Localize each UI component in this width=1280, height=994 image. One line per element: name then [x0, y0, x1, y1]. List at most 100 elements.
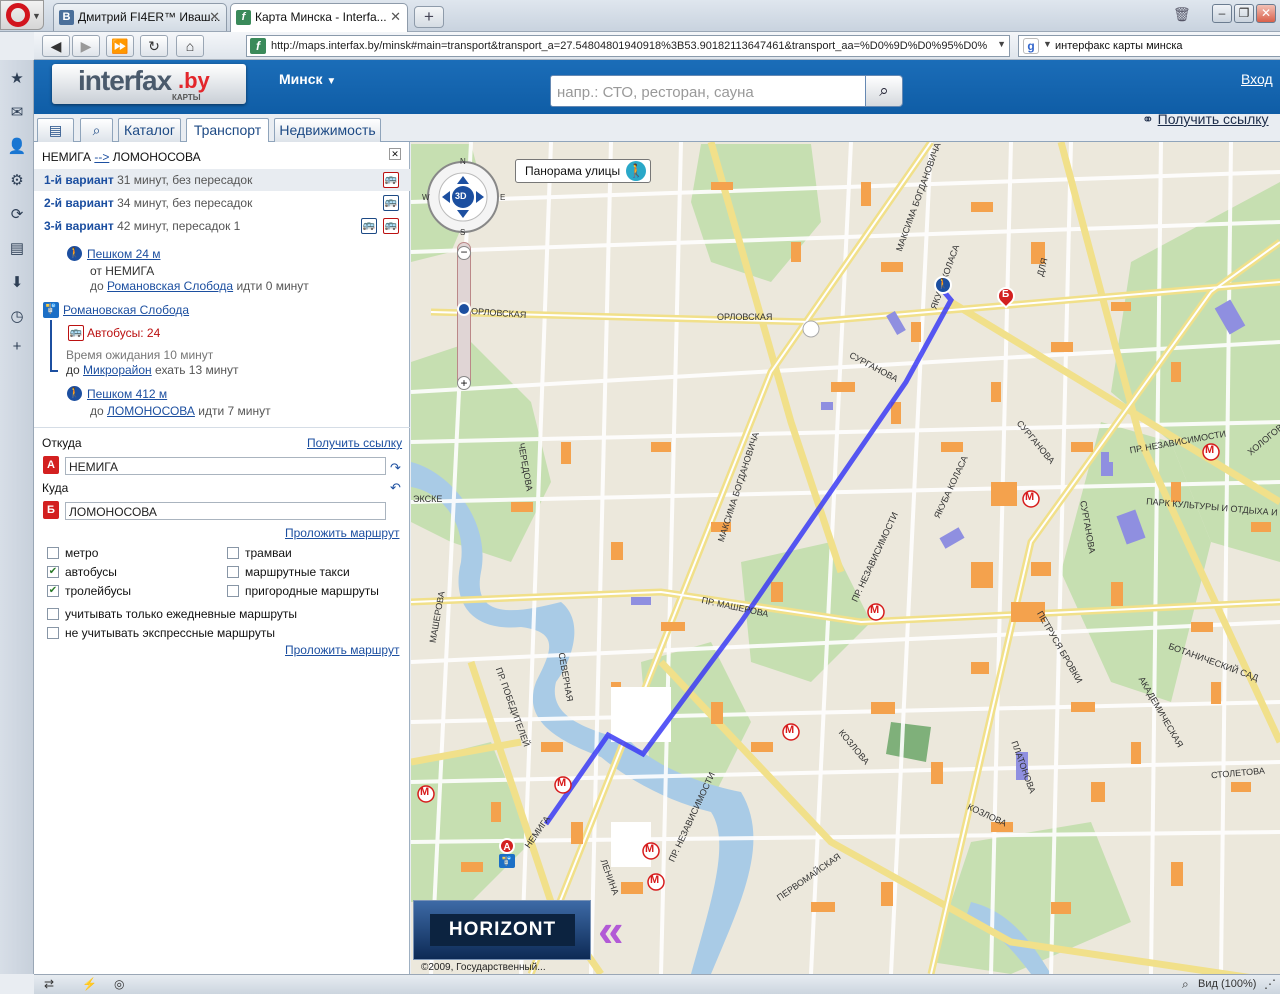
swap-direction-link[interactable]: -->: [94, 150, 109, 164]
site-search-button[interactable]: ⌕: [865, 75, 903, 107]
variant-1[interactable]: 1-й вариант 31 минут, без пересадок: [44, 173, 252, 187]
compass-n: N: [460, 157, 466, 166]
ride-to-link[interactable]: Микрорайон: [83, 363, 152, 377]
metro-icon[interactable]: М: [420, 786, 429, 798]
forward-button[interactable]: ▶: [72, 35, 100, 57]
site-logo[interactable]: interfax .by КАРТЫ: [52, 64, 246, 104]
metro-icon[interactable]: М: [1205, 444, 1214, 456]
trash-icon[interactable]: 🗑: [1173, 6, 1191, 24]
swap-arrow-icon[interactable]: ↶: [390, 480, 401, 496]
login-link[interactable]: Вход: [1241, 71, 1273, 87]
opera-menu-button[interactable]: ▼: [0, 0, 44, 30]
bus-checkbox[interactable]: ✔: [47, 566, 59, 578]
address-field[interactable]: f http://maps.interfax.by/minsk#main=tra…: [246, 35, 1010, 57]
tab-realty[interactable]: Недвижимость: [274, 118, 381, 142]
banner-text: HORIZONT: [430, 914, 575, 946]
3d-toggle[interactable]: 3D: [455, 191, 467, 201]
unite-icon[interactable]: ⟳: [7, 205, 27, 225]
google-icon[interactable]: g: [1023, 38, 1039, 54]
walk1-to-link[interactable]: Романовская Слобода: [107, 279, 233, 293]
tab-transport[interactable]: Транспорт: [186, 118, 269, 143]
sync-icon[interactable]: ⇄: [44, 977, 54, 991]
notes-icon[interactable]: ▤: [7, 239, 27, 259]
metro-label: метро: [65, 546, 99, 560]
metro-icon[interactable]: М: [785, 724, 794, 736]
zoom-slider-handle[interactable]: [457, 302, 471, 316]
browser-search-field[interactable]: g ▼ интерфакс карты минска ⌕: [1018, 35, 1280, 57]
tab-layers[interactable]: ▤: [37, 118, 74, 142]
reload-button[interactable]: ↻: [140, 35, 168, 57]
site-search-input[interactable]: напр.: СТО, ресторан, сауна: [550, 75, 866, 107]
turbo-icon[interactable]: ⚡: [82, 977, 97, 991]
security-icon[interactable]: ◎: [114, 977, 124, 991]
restore-button[interactable]: ❐: [1234, 4, 1254, 23]
bus-label: Автобусы: 24: [87, 326, 161, 340]
street-panorama-button[interactable]: Панорама улицы 🚶: [515, 159, 652, 183]
walk2-to-link[interactable]: ЛОМОНОСОВА: [107, 404, 195, 418]
map-canvas[interactable]: М М М М М М М М ОРЛОВСКАЯ ОРЛОВСКАЯ СУРГ…: [411, 142, 1280, 974]
metro-icon[interactable]: М: [650, 874, 659, 886]
pin-a-marker[interactable]: А: [499, 838, 515, 854]
walk-icon[interactable]: 🚶: [934, 276, 952, 294]
zoom-out-button[interactable]: −: [457, 246, 471, 260]
close-tab-icon[interactable]: ✕: [390, 9, 401, 25]
tram-checkbox[interactable]: [227, 547, 239, 559]
walk2-to: до ЛОМОНОСОВА идти 7 минут: [90, 404, 271, 418]
map-compass[interactable]: N S W E 3D: [422, 157, 505, 237]
bookmarks-icon[interactable]: ★: [7, 69, 27, 89]
city-selector[interactable]: Минск ▼: [279, 71, 336, 87]
downloads-icon[interactable]: ⬇: [7, 273, 27, 293]
metro-icon[interactable]: М: [645, 843, 654, 855]
stop-link[interactable]: Романовская Слобода: [63, 303, 189, 317]
browser-tab-map[interactable]: f Карта Минска - Interfa... ✕: [230, 3, 408, 32]
mail-icon[interactable]: ✉: [7, 103, 27, 123]
metro-checkbox[interactable]: [47, 547, 59, 559]
trolleybus-checkbox[interactable]: ✔: [47, 585, 59, 597]
metro-icon[interactable]: М: [1025, 491, 1034, 503]
new-tab-button[interactable]: +: [414, 6, 444, 28]
build-route-link-2[interactable]: Проложить маршрут: [285, 643, 399, 657]
zoom-in-button[interactable]: +: [457, 376, 471, 390]
history-icon[interactable]: ◷: [7, 307, 27, 327]
walk1-link[interactable]: Пешком 24 м: [87, 247, 161, 261]
from-label: Откуда: [42, 436, 82, 450]
search-query-text: интерфакс карты минска: [1055, 40, 1183, 52]
ad-banner[interactable]: HORIZONT: [413, 900, 591, 960]
to-input[interactable]: ЛОМОНОСОВА: [65, 502, 386, 520]
metro-icon[interactable]: М: [870, 604, 879, 616]
tab-search[interactable]: ⌕: [80, 118, 113, 142]
metro-icon[interactable]: М: [557, 777, 566, 789]
add-panel-icon[interactable]: +: [7, 337, 27, 357]
tab-catalog[interactable]: Каталог: [118, 118, 181, 142]
chevron-down-icon[interactable]: ▼: [1043, 39, 1052, 49]
swap-arrow-icon[interactable]: ↷: [390, 460, 401, 476]
daily-only-checkbox[interactable]: [47, 608, 59, 620]
get-link-top[interactable]: ⚭ Получить ссылку: [1142, 111, 1269, 128]
back-button[interactable]: ◀: [42, 35, 70, 57]
dark-park: [886, 722, 931, 762]
walk2-link[interactable]: Пешком 412 м: [87, 387, 167, 401]
close-tab-icon[interactable]: ✕: [209, 9, 220, 25]
close-window-button[interactable]: ✕: [1256, 4, 1276, 23]
variant-name: 1-й вариант: [44, 173, 114, 187]
minibus-checkbox[interactable]: [227, 566, 239, 578]
build-route-link[interactable]: Проложить маршрут: [285, 526, 399, 540]
browser-tab-vk[interactable]: B Дмитрий FI4ER™ Иваш... ✕: [53, 3, 227, 31]
chevron-down-icon[interactable]: ▼: [997, 39, 1006, 49]
from-input[interactable]: НЕМИГА: [65, 457, 386, 475]
chevron-down-icon: ▼: [32, 11, 41, 21]
minimize-button[interactable]: –: [1212, 4, 1232, 23]
bus-stop-icon[interactable]: 🚏: [499, 854, 515, 868]
contacts-icon[interactable]: 👤: [7, 137, 27, 157]
fast-forward-button[interactable]: ⏩: [106, 35, 134, 57]
home-button[interactable]: ⌂: [176, 35, 204, 57]
suburban-checkbox[interactable]: [227, 585, 239, 597]
zoom-icon[interactable]: ⌕: [1182, 977, 1189, 992]
zoom-level[interactable]: Вид (100%): [1198, 978, 1256, 990]
widgets-icon[interactable]: ⚙: [7, 171, 27, 191]
get-link-panel[interactable]: Получить ссылку: [307, 436, 402, 450]
variant-2[interactable]: 2-й вариант 34 минут, без пересадок: [44, 196, 252, 210]
variant-3[interactable]: 3-й вариант 42 минут, пересадок 1: [44, 219, 240, 233]
close-panel-button[interactable]: ✕: [389, 148, 401, 160]
no-express-checkbox[interactable]: [47, 627, 59, 639]
